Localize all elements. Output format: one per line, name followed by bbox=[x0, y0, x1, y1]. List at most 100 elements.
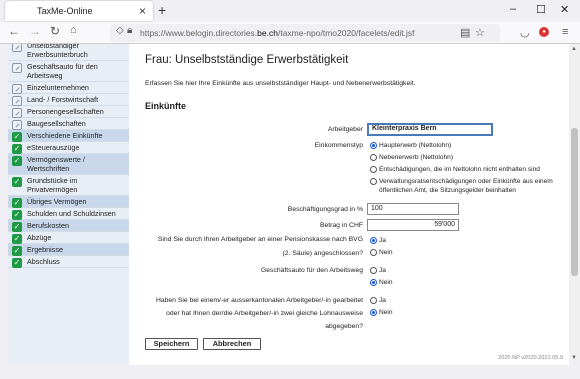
url-suffix: /taxme-npo/tmo2020/facelets/edit.jsf bbox=[277, 28, 415, 38]
radio-button[interactable] bbox=[370, 309, 377, 316]
radio-button[interactable] bbox=[370, 297, 377, 304]
edit-icon bbox=[12, 44, 22, 52]
sidebar-item[interactable]: Baugesellschaften bbox=[8, 118, 129, 130]
forward-icon[interactable]: → bbox=[29, 24, 41, 38]
lohnausweis-ja[interactable]: Ja bbox=[370, 296, 386, 305]
scrollbar-thumb[interactable] bbox=[571, 128, 578, 276]
edit-icon bbox=[12, 120, 22, 130]
status-bar bbox=[0, 365, 580, 379]
checkmark-icon: ✓ bbox=[12, 132, 22, 142]
arbeitgeber-input[interactable]: Kleinterpraxis Bern bbox=[367, 123, 493, 136]
browser-tab-bar: TaxMe-Online × + – ☐ ✕ bbox=[0, 0, 580, 22]
einkommenstyp-option-3[interactable]: Verwaltungsratsentschädigungen oder Eink… bbox=[370, 177, 566, 195]
sidebar-item[interactable]: ✓ Abzüge bbox=[8, 232, 129, 244]
scroll-down-icon[interactable]: ▼ bbox=[571, 355, 577, 361]
sidebar-item[interactable]: ✓ Grundstücke im Privatvermögen bbox=[8, 175, 129, 196]
close-window-icon[interactable]: ✕ bbox=[560, 3, 569, 16]
maximize-icon[interactable]: ☐ bbox=[536, 3, 546, 16]
betrag-input[interactable]: 59'000 bbox=[367, 219, 459, 231]
bookmark-star-icon[interactable]: ☆ bbox=[475, 26, 485, 39]
pocket-icon[interactable]: ◡ bbox=[520, 26, 530, 39]
sidebar-item-label: Schulden und Schuldzinsen bbox=[27, 209, 116, 218]
beschaeftigungsgrad-input[interactable]: 100 bbox=[367, 203, 459, 215]
sidebar-item-label: Verschiedene Einkünfte bbox=[27, 131, 103, 140]
home-icon[interactable]: ⌂ bbox=[70, 24, 77, 36]
sidebar-item[interactable]: ✓ eSteuerauszüge bbox=[8, 142, 129, 154]
sidebar-item-label: Land- / Forstwirtschaft bbox=[27, 95, 99, 104]
sidebar-item-label: Abschluss bbox=[27, 257, 60, 266]
sidebar-item-label: Einzelunternehmen bbox=[27, 83, 89, 92]
close-tab-icon[interactable]: × bbox=[139, 4, 146, 18]
einkommenstyp-option-2[interactable]: Entschädigungen, die im Nettolohn nicht … bbox=[370, 165, 540, 174]
sidebar-item[interactable]: ✓ Ergebnisse bbox=[8, 244, 129, 256]
sidebar-item[interactable]: Personengesellschaften bbox=[8, 106, 129, 118]
browser-toolbar: ← → ↻ ⌂ https://www.belogin.directories.… bbox=[0, 22, 580, 44]
pensionskasse-ja[interactable]: Ja bbox=[370, 236, 386, 245]
vertical-scrollbar[interactable]: ▲ ▼ bbox=[569, 44, 580, 365]
checkmark-icon: ✓ bbox=[12, 177, 22, 187]
pensionskasse-question-line-1: Sind Sie durch Ihren Arbeitgeber an eine… bbox=[157, 236, 363, 243]
geschaeftsauto-question: Geschäftsauto für den Arbeitsweg bbox=[260, 267, 363, 274]
shield-icon[interactable]: ◇ bbox=[116, 25, 124, 36]
lohnausweis-question: Haben Sie bei einem/-er ausserkantonalen… bbox=[129, 296, 363, 332]
checkmark-icon: ✓ bbox=[12, 258, 22, 268]
lohnausweis-question-line-2: oder hat Ihnen der/die Arbeitgeber/-in z… bbox=[166, 310, 363, 317]
sidebar-nav: Unselbständiger Erwerbsunterbruch Geschäf… bbox=[8, 44, 129, 365]
sidebar-item[interactable]: ✓ Übriges Vermögen bbox=[8, 196, 129, 208]
sidebar-item[interactable]: Einzelunternehmen bbox=[8, 82, 129, 94]
sidebar-item[interactable]: Land- / Forstwirtschaft bbox=[8, 94, 129, 106]
checkmark-icon: ✓ bbox=[12, 210, 22, 220]
sidebar-item-label: Baugesellschaften bbox=[27, 119, 86, 128]
menu-icon[interactable]: ≡ bbox=[562, 26, 568, 38]
geschaeftsauto-ja[interactable]: Ja bbox=[370, 266, 386, 275]
pensionskasse-question: Sind Sie durch Ihren Arbeitgeber an eine… bbox=[129, 235, 363, 259]
einkommenstyp-option-0[interactable]: Haupterwerb (Nettolohn) bbox=[370, 141, 451, 150]
sidebar-item[interactable]: ✓ Abschluss bbox=[8, 256, 129, 268]
new-tab-icon[interactable]: + bbox=[158, 2, 166, 18]
browser-tab[interactable]: TaxMe-Online × bbox=[5, 1, 153, 21]
lohnausweis-nein[interactable]: Nein bbox=[370, 308, 393, 317]
lohnausweis-question-line-3: abgegeben? bbox=[325, 323, 363, 330]
einkommenstyp-label: Einkommenstyp bbox=[314, 142, 363, 149]
adblock-icon[interactable]: ● bbox=[539, 27, 549, 37]
checkmark-icon: ✓ bbox=[12, 246, 22, 256]
sidebar-item[interactable]: Unselbständiger Erwerbsunterbruch bbox=[8, 44, 129, 61]
reload-icon[interactable]: ↻ bbox=[50, 24, 60, 38]
address-bar[interactable]: https://www.belogin.directories.be.ch/ta… bbox=[110, 24, 500, 42]
checkmark-icon: ✓ bbox=[12, 198, 22, 208]
sidebar-item[interactable]: Geschäftsauto für den Arbeitsweg bbox=[8, 61, 129, 82]
lohnausweis-question-line-1: Haben Sie bei einem/-er ausserkantonalen… bbox=[155, 297, 363, 304]
intro-text: Erfassen Sie hier Ihre Einkünfte aus uns… bbox=[145, 80, 416, 87]
radio-button[interactable] bbox=[370, 154, 377, 161]
sidebar-item[interactable]: ✓ Schulden und Schuldzinsen bbox=[8, 208, 129, 220]
section-heading: Einkünfte bbox=[145, 101, 187, 111]
back-icon[interactable]: ← bbox=[8, 24, 20, 38]
scroll-up-icon[interactable]: ▲ bbox=[571, 46, 577, 52]
sidebar-item-label: Unselbständiger Erwerbsunterbruch bbox=[27, 44, 88, 59]
geschaeftsauto-nein[interactable]: Nein bbox=[370, 278, 393, 287]
checkmark-icon: ✓ bbox=[12, 144, 22, 154]
radio-button[interactable] bbox=[370, 166, 377, 173]
radio-button[interactable] bbox=[370, 279, 377, 286]
radio-button[interactable] bbox=[370, 142, 377, 149]
minimize-icon[interactable]: – bbox=[510, 3, 516, 15]
radio-button[interactable] bbox=[370, 249, 377, 256]
sidebar-item[interactable]: ✓ Verschiedene Einkünfte bbox=[8, 130, 129, 142]
lock-icon[interactable]: 🔒︎ bbox=[127, 25, 132, 36]
pensionskasse-nein[interactable]: Nein bbox=[370, 248, 393, 257]
version-label: 2020 NP v2020.2021.05.9 bbox=[498, 355, 563, 361]
radio-button[interactable] bbox=[370, 237, 377, 244]
reader-view-icon[interactable]: ▤ bbox=[460, 26, 470, 39]
checkmark-icon: ✓ bbox=[12, 234, 22, 244]
radio-button[interactable] bbox=[370, 178, 377, 185]
sidebar-item-label: Grundstücke im Privatvermögen bbox=[27, 176, 78, 194]
radio-button[interactable] bbox=[370, 267, 377, 274]
sidebar-item[interactable]: ✓ Vermögenswerte / Wertschriften bbox=[8, 154, 129, 175]
sidebar-item[interactable]: ✓ Berufskosten bbox=[8, 220, 129, 232]
main-content: Frau: Unselbstständige Erwerbstätigkeit … bbox=[129, 44, 569, 365]
einkommenstyp-option-1[interactable]: Nebenerwerb (Nettolohn) bbox=[370, 153, 453, 162]
edit-icon bbox=[12, 96, 22, 106]
save-button[interactable]: Speichern bbox=[145, 338, 198, 350]
edit-icon bbox=[12, 108, 22, 118]
cancel-button[interactable]: Abbrechen bbox=[203, 338, 261, 350]
